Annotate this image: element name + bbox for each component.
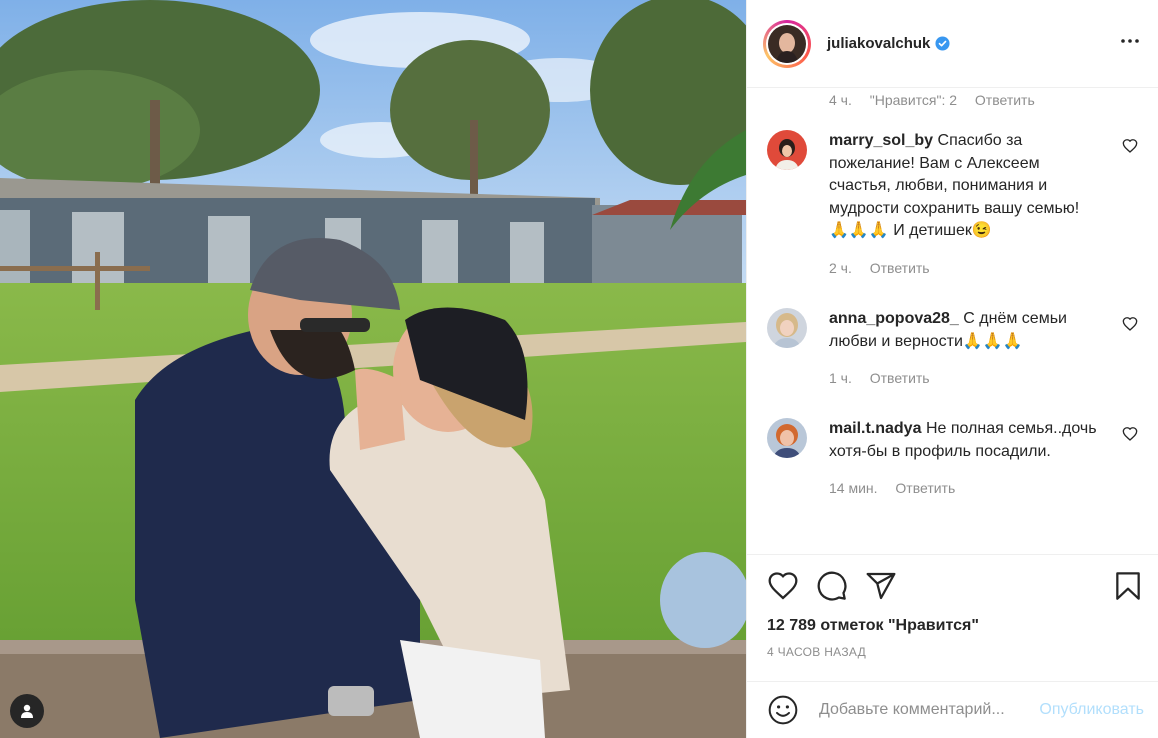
emoji-icon[interactable] bbox=[767, 694, 799, 726]
add-comment-bar: Опубликовать bbox=[747, 681, 1158, 738]
like-comment-heart-icon[interactable] bbox=[1122, 426, 1138, 442]
post-sidebar: juliakovalchuk 4 ч. "Нравится": 2 Ответи… bbox=[746, 0, 1158, 738]
comment-time: 1 ч. bbox=[829, 370, 852, 386]
like-comment-heart-icon[interactable] bbox=[1122, 316, 1138, 332]
commenter-username[interactable]: marry_sol_by bbox=[829, 132, 933, 149]
reply-button[interactable]: Ответить bbox=[870, 370, 930, 386]
comment-meta: 1 ч. Ответить bbox=[829, 367, 1099, 390]
commenter-avatar[interactable] bbox=[767, 308, 807, 348]
commenter-avatar[interactable] bbox=[767, 130, 807, 170]
commenter-username[interactable]: mail.t.nadya bbox=[829, 420, 921, 437]
publish-button[interactable]: Опубликовать bbox=[1039, 701, 1144, 719]
like-heart-icon[interactable] bbox=[767, 570, 799, 602]
comment-item: marry_sol_by Спасибо за пожелание! Вам с… bbox=[767, 130, 1138, 279]
comment-likes[interactable]: "Нравится": 2 bbox=[870, 92, 957, 108]
share-send-icon[interactable] bbox=[865, 570, 897, 602]
commenter-username[interactable]: anna_popova28_ bbox=[829, 310, 959, 327]
author-username[interactable]: juliakovalchuk bbox=[827, 35, 930, 52]
likes-count[interactable]: 12 789 отметок "Нравится" bbox=[767, 617, 1144, 635]
tagged-users-button[interactable] bbox=[10, 694, 44, 728]
bookmark-icon[interactable] bbox=[1112, 570, 1144, 602]
avatar-image bbox=[768, 24, 806, 63]
comment-meta: 2 ч. Ответить bbox=[829, 257, 1099, 280]
like-comment-heart-icon[interactable] bbox=[1122, 138, 1138, 154]
comment-bubble-icon[interactable] bbox=[816, 570, 848, 602]
commenter-avatar[interactable] bbox=[767, 418, 807, 458]
post-actions: 12 789 отметок "Нравится" 4 ЧАСОВ НАЗАД bbox=[747, 554, 1158, 681]
author-avatar[interactable] bbox=[763, 19, 811, 68]
avatar-image bbox=[767, 130, 807, 170]
reply-button[interactable]: Ответить bbox=[870, 260, 930, 276]
post-timestamp[interactable]: 4 ЧАСОВ НАЗАД bbox=[767, 645, 1144, 659]
avatar-image bbox=[767, 418, 807, 458]
post-photo[interactable] bbox=[0, 0, 746, 738]
post-header: juliakovalchuk bbox=[747, 0, 1158, 88]
comments-list[interactable]: 4 ч. "Нравится": 2 Ответить marry_sol_by bbox=[747, 88, 1158, 554]
comment-time: 14 мин. bbox=[829, 480, 878, 496]
reply-button[interactable]: Ответить bbox=[895, 480, 955, 496]
comment-item: mail.t.nadya Не полная семья..дочь хотя-… bbox=[767, 418, 1138, 500]
more-dots-icon[interactable] bbox=[1118, 29, 1142, 59]
comment-time: 2 ч. bbox=[829, 259, 852, 276]
verified-badge-icon bbox=[935, 36, 950, 51]
previous-comment-meta: 4 ч. "Нравится": 2 Ответить bbox=[829, 92, 1049, 108]
comment-time: 4 ч. bbox=[829, 92, 852, 108]
comment-item: anna_popova28_ С днём семьи любви и верн… bbox=[767, 308, 1138, 390]
reply-button[interactable]: Ответить bbox=[975, 92, 1035, 108]
avatar-image bbox=[767, 308, 807, 348]
comment-meta: 14 мин. Ответить bbox=[829, 477, 1099, 500]
post-image bbox=[0, 0, 746, 738]
comment-input[interactable] bbox=[817, 700, 1040, 720]
user-icon bbox=[21, 704, 33, 718]
